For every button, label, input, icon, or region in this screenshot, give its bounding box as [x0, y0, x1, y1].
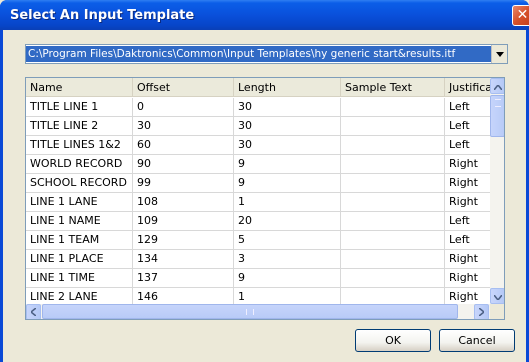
column-header-justification[interactable]: Justificatio: [445, 78, 490, 97]
cell-length[interactable]: 5: [234, 231, 341, 249]
template-path-dropdown[interactable]: C:\Program Files\Daktronics\Common\Input…: [25, 44, 508, 64]
cell-offset[interactable]: 0: [133, 98, 234, 116]
cell-sample-text[interactable]: [341, 250, 445, 268]
cell-justification[interactable]: Right: [445, 269, 490, 287]
dialog-title: Select An Input Template: [10, 8, 195, 23]
cell-justification[interactable]: Left: [445, 117, 490, 135]
title-bar[interactable]: Select An Input Template ✕: [0, 0, 529, 30]
arrow-left-icon: [29, 306, 37, 319]
cell-sample-text[interactable]: [341, 174, 445, 192]
template-fields-table[interactable]: Name Offset Length Sample Text Justifica…: [25, 77, 505, 320]
cell-name[interactable]: TITLE LINES 1&2: [26, 136, 133, 154]
cell-length[interactable]: 1: [234, 193, 341, 211]
cell-justification[interactable]: Right: [445, 250, 490, 268]
table-row[interactable]: LINE 1 LANE 108 1 Right: [26, 193, 490, 212]
column-header-name[interactable]: Name: [26, 78, 133, 97]
cell-sample-text[interactable]: [341, 98, 445, 116]
cell-name[interactable]: LINE 1 TEAM: [26, 231, 133, 249]
cell-justification[interactable]: Right: [445, 174, 490, 192]
cell-offset[interactable]: 60: [133, 136, 234, 154]
table-row[interactable]: LINE 1 PLACE 134 3 Right: [26, 250, 490, 269]
cell-sample-text[interactable]: [341, 136, 445, 154]
cell-length[interactable]: 20: [234, 212, 341, 230]
cell-justification[interactable]: Left: [445, 136, 490, 154]
cell-name[interactable]: TITLE LINE 2: [26, 117, 133, 135]
cell-length[interactable]: 30: [234, 117, 341, 135]
cell-length[interactable]: 9: [234, 155, 341, 173]
cell-length[interactable]: 9: [234, 174, 341, 192]
cell-justification[interactable]: Left: [445, 231, 490, 249]
close-icon: ✕: [516, 7, 529, 23]
cell-length[interactable]: 30: [234, 136, 341, 154]
cell-justification[interactable]: Left: [445, 98, 490, 116]
column-header-offset[interactable]: Offset: [133, 78, 234, 97]
cell-justification[interactable]: Right: [445, 155, 490, 173]
scroll-up-button[interactable]: [490, 78, 504, 94]
scroll-left-button[interactable]: [26, 304, 41, 319]
cell-justification[interactable]: Right: [445, 193, 490, 211]
cell-name[interactable]: LINE 1 PLACE: [26, 250, 133, 268]
scrollbar-corner: [490, 304, 504, 319]
dialog-window: Select An Input Template ✕ C:\Program Fi…: [0, 0, 529, 362]
cell-offset[interactable]: 137: [133, 269, 234, 287]
table-row[interactable]: LINE 1 TIME 137 9 Right: [26, 269, 490, 288]
table-row[interactable]: LINE 1 TEAM 129 5 Left: [26, 231, 490, 250]
cell-length[interactable]: 3: [234, 250, 341, 268]
close-button[interactable]: ✕: [512, 5, 529, 26]
cell-offset[interactable]: 109: [133, 212, 234, 230]
arrow-right-icon: [478, 306, 486, 319]
cell-offset[interactable]: 108: [133, 193, 234, 211]
table-row[interactable]: TITLE LINE 1 0 30 Left: [26, 98, 490, 117]
cell-offset[interactable]: 134: [133, 250, 234, 268]
column-header-length[interactable]: Length: [234, 78, 341, 97]
cell-name[interactable]: WORLD RECORD: [26, 155, 133, 173]
arrow-up-icon: [492, 80, 503, 93]
cell-name[interactable]: TITLE LINE 1: [26, 98, 133, 116]
cell-offset[interactable]: 99: [133, 174, 234, 192]
table-row[interactable]: LINE 1 NAME 109 20 Left: [26, 212, 490, 231]
dialog-body: C:\Program Files\Daktronics\Common\Input…: [3, 30, 526, 362]
cell-sample-text[interactable]: [341, 212, 445, 230]
cancel-button[interactable]: Cancel: [439, 329, 515, 352]
table-header: Name Offset Length Sample Text Justifica…: [26, 78, 490, 97]
vertical-scroll-thumb[interactable]: [490, 95, 504, 137]
cell-offset[interactable]: 129: [133, 231, 234, 249]
cell-justification[interactable]: Left: [445, 212, 490, 230]
horizontal-scroll-thumb[interactable]: [42, 304, 458, 319]
table-row[interactable]: TITLE LINES 1&2 60 30 Left: [26, 136, 490, 155]
chevron-down-icon: [495, 51, 504, 57]
table-row[interactable]: TITLE LINE 2 30 30 Left: [26, 117, 490, 136]
arrow-down-icon: [492, 290, 503, 303]
cell-sample-text[interactable]: [341, 231, 445, 249]
cell-sample-text[interactable]: [341, 193, 445, 211]
cell-offset[interactable]: 30: [133, 117, 234, 135]
table-row[interactable]: SCHOOL RECORD 99 9 Right: [26, 174, 490, 193]
cell-length[interactable]: 9: [234, 269, 341, 287]
cell-sample-text[interactable]: [341, 269, 445, 287]
table-row[interactable]: WORLD RECORD 90 9 Right: [26, 155, 490, 174]
cell-name[interactable]: LINE 1 LANE: [26, 193, 133, 211]
cell-sample-text[interactable]: [341, 155, 445, 173]
table-body: TITLE LINE 1 0 30 Left TITLE LINE 2 30 30 Left T…: [26, 98, 490, 307]
dropdown-button[interactable]: [491, 45, 507, 63]
ok-button[interactable]: OK: [355, 329, 431, 352]
vertical-scrollbar[interactable]: [490, 78, 504, 304]
column-header-sample-text[interactable]: Sample Text: [341, 78, 445, 97]
cell-name[interactable]: SCHOOL RECORD: [26, 174, 133, 192]
cell-offset[interactable]: 90: [133, 155, 234, 173]
cell-length[interactable]: 30: [234, 98, 341, 116]
cell-name[interactable]: LINE 1 TIME: [26, 269, 133, 287]
scroll-down-button[interactable]: [490, 288, 504, 304]
cell-sample-text[interactable]: [341, 117, 445, 135]
template-path-value: C:\Program Files\Daktronics\Common\Input…: [26, 46, 491, 62]
cell-name[interactable]: LINE 1 NAME: [26, 212, 133, 230]
horizontal-scrollbar[interactable]: [26, 304, 490, 319]
scroll-right-button[interactable]: [474, 304, 489, 319]
